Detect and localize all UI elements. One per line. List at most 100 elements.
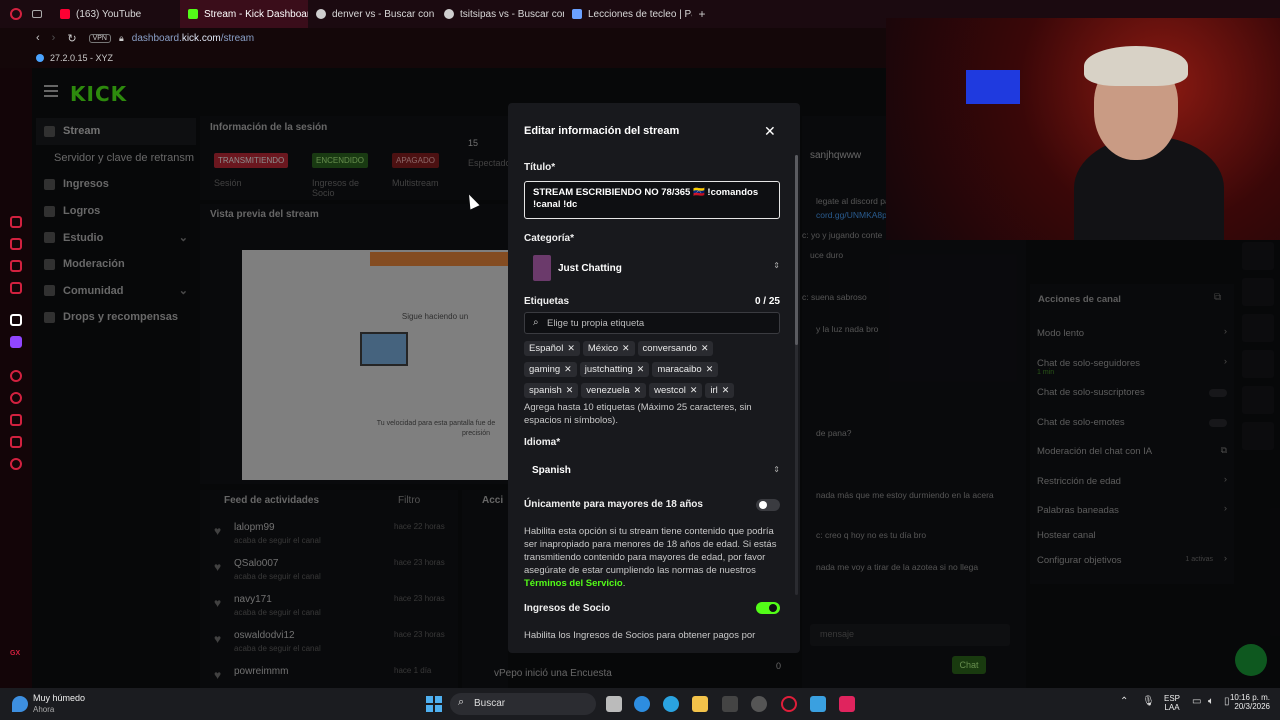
edit-stream-modal: Editar información del stream ✕ Título* … (508, 103, 800, 653)
search-icon: ⌕ (533, 317, 539, 328)
tab-typing-lessons[interactable]: Lecciones de tecleo | Pala (564, 0, 692, 28)
remove-tag-icon[interactable]: ✕ (622, 343, 630, 354)
forward-icon[interactable]: › (52, 32, 56, 44)
back-icon[interactable]: ‹ (36, 32, 40, 44)
sidebar-gx-icon[interactable]: GX (10, 650, 20, 657)
modal-scrollbar[interactable] (795, 155, 798, 595)
tab-google-tsitsipas[interactable]: tsitsipas vs - Buscar con G (436, 0, 564, 28)
remove-tag-icon[interactable]: ✕ (564, 364, 572, 375)
reload-icon[interactable]: ↻ (67, 32, 76, 45)
taskbar-search[interactable]: ⌕ Buscar (450, 693, 596, 715)
terms-link[interactable]: Términos del Servicio (524, 578, 623, 589)
browser-sidebar: GX (0, 68, 32, 688)
capcut-icon[interactable] (722, 696, 738, 712)
sidebar-messenger-icon[interactable] (10, 260, 22, 272)
tag-chip[interactable]: gaming ✕ (524, 362, 577, 377)
select-arrows-icon: ⇕ (773, 465, 780, 474)
task-view-icon[interactable] (606, 696, 622, 712)
file-explorer-icon[interactable] (692, 696, 708, 712)
weather-sub: Ahora (33, 705, 55, 714)
new-tab-icon[interactable]: + (692, 7, 712, 21)
tag-chip[interactable]: México ✕ (582, 341, 635, 356)
language-indicator[interactable]: ESP LAA (1164, 694, 1180, 712)
language-select[interactable]: Spanish ⇕ (524, 457, 780, 483)
tab-google-denver[interactable]: denver vs - Buscar con G (308, 0, 436, 28)
remove-tag-icon[interactable]: ✕ (701, 343, 709, 354)
remove-tag-icon[interactable]: ✕ (706, 364, 714, 375)
network-icon[interactable]: ▭ (1192, 696, 1201, 707)
remove-tag-icon[interactable]: ✕ (690, 385, 698, 396)
bookmark-icon (36, 54, 44, 62)
close-icon[interactable]: ✕ (764, 123, 776, 140)
microphone-icon[interactable]: 🎙︎ (1142, 696, 1155, 707)
sidebar-clock-icon[interactable] (10, 392, 22, 404)
tab-label: tsitsipas vs - Buscar con G (460, 8, 564, 20)
tag-label: gaming (529, 364, 561, 375)
clock[interactable]: 10:16 p. m. 20/3/2026 (1228, 693, 1270, 711)
tag-chip[interactable]: maracaibo ✕ (652, 362, 719, 377)
scrollbar-thumb[interactable] (795, 155, 798, 345)
partner-toggle[interactable] (756, 602, 780, 614)
weather-title[interactable]: Muy húmedo (33, 693, 85, 703)
category-select[interactable]: Just Chatting ⇕ (524, 253, 780, 283)
app-icon[interactable] (810, 696, 826, 712)
workspaces-icon[interactable] (32, 0, 52, 28)
telegram-icon[interactable] (663, 696, 679, 712)
tab-label: denver vs - Buscar con G (332, 8, 436, 20)
toggle-knob (759, 501, 767, 509)
remove-tag-icon[interactable]: ✕ (567, 343, 575, 354)
tag-label: spanish (529, 385, 562, 396)
tab-label: (163) YouTube (76, 8, 142, 20)
sidebar-notes-icon[interactable] (10, 282, 22, 294)
remove-tag-icon[interactable]: ✕ (634, 385, 642, 396)
tag-chip[interactable]: irl ✕ (705, 383, 735, 398)
tag-label: conversando (642, 343, 697, 354)
language-label: Idioma* (524, 437, 561, 448)
sidebar-extensions-icon[interactable] (10, 436, 22, 448)
lock-icon: 🔒︎ (118, 32, 124, 43)
modal-title: Editar información del stream (524, 125, 680, 137)
opera-gx-icon[interactable] (781, 696, 797, 712)
tag-chip[interactable]: westcol ✕ (649, 383, 703, 398)
opera-logo-icon[interactable] (0, 0, 32, 28)
tiktok-studio-icon[interactable] (839, 696, 855, 712)
tag-chip[interactable]: Español ✕ (524, 341, 580, 356)
twitch-icon[interactable] (10, 336, 22, 348)
partner-help-text: Habilita los Ingresos de Socios para obt… (524, 630, 756, 641)
sidebar-settings-icon[interactable] (10, 458, 22, 470)
sidebar-download-icon[interactable] (10, 414, 22, 426)
sidebar-shop-icon[interactable] (10, 238, 22, 250)
adult-toggle[interactable] (756, 499, 780, 511)
tags-counter: 0 / 25 (754, 296, 780, 307)
windows-start-icon[interactable] (426, 696, 442, 712)
sidebar-history-icon[interactable] (10, 216, 22, 228)
bookmark-item[interactable]: 27.2.0.15 - XYZ (50, 53, 113, 63)
title-input[interactable]: STREAM ESCRIBIENDO NO 78/365 🇻🇪 !comando… (524, 181, 780, 219)
vpn-badge[interactable]: VPN (88, 33, 111, 43)
remove-tag-icon[interactable]: ✕ (637, 364, 645, 375)
tags-label: Etiquetas (524, 296, 570, 307)
tab-kick-dashboard[interactable]: Stream - Kick Dashboard (180, 0, 308, 28)
sidebar-player-icon[interactable] (10, 370, 22, 382)
chevron-up-icon[interactable]: ⌃ (1120, 696, 1128, 707)
lang-top: ESP (1164, 694, 1181, 703)
sidebar-ai-icon[interactable] (10, 314, 22, 326)
remove-tag-icon[interactable]: ✕ (566, 385, 574, 396)
tag-chip[interactable]: venezuela ✕ (581, 383, 647, 398)
remove-tag-icon[interactable]: ✕ (722, 385, 730, 396)
tags-input[interactable]: ⌕ Elige tu propia etiqueta (524, 312, 780, 334)
url-field[interactable]: dashboard.kick.com/stream (132, 33, 254, 44)
edge-icon[interactable] (634, 696, 650, 712)
url-domain: dashboard. (131, 32, 182, 44)
search-icon: ⌕ (458, 696, 465, 708)
weather-icon[interactable] (12, 696, 28, 712)
obs-icon[interactable] (751, 696, 767, 712)
tab-youtube[interactable]: (163) YouTube (52, 0, 180, 28)
url-host: kick.com (181, 32, 221, 44)
tag-chip[interactable]: conversando ✕ (637, 341, 714, 356)
tag-chip[interactable]: spanish ✕ (524, 383, 579, 398)
select-arrows-icon: ⇕ (773, 261, 780, 270)
volume-icon[interactable]: 🔈︎ (1208, 696, 1214, 707)
toggle-knob (769, 604, 777, 612)
tag-chip[interactable]: justchatting ✕ (579, 362, 650, 377)
